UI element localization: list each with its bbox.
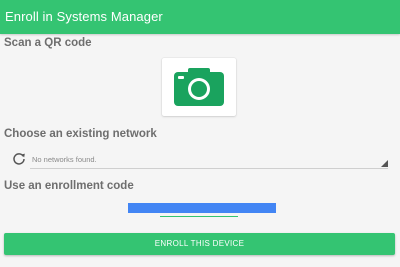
dropdown-arrow-icon — [381, 160, 388, 167]
app-title: Enroll in Systems Manager — [5, 9, 163, 24]
network-select-value: No networks found. — [32, 155, 97, 164]
enrollment-code-title: Use an enrollment code — [4, 180, 134, 192]
scan-qr-button[interactable] — [162, 58, 236, 116]
refresh-icon[interactable] — [12, 152, 26, 166]
qr-section-title: Scan a QR code — [4, 37, 92, 49]
enrollment-code-underline — [160, 216, 238, 217]
enrollment-code-input[interactable] — [128, 203, 276, 213]
enroll-device-button[interactable]: ENROLL THIS DEVICE — [4, 233, 395, 255]
network-section-title: Choose an existing network — [4, 128, 157, 140]
network-select[interactable]: No networks found. — [30, 150, 388, 169]
camera-icon — [174, 68, 224, 106]
app-bar: Enroll in Systems Manager — [0, 0, 400, 34]
